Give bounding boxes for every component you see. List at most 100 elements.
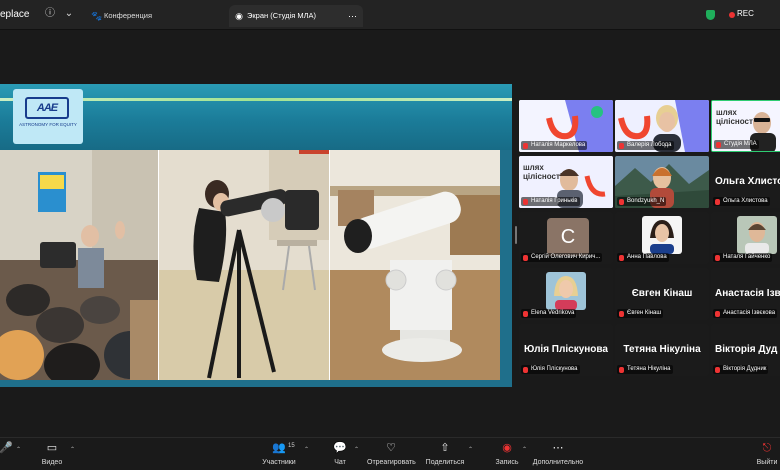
participants-icon: 👥 bbox=[272, 442, 286, 454]
participant-big-name: Євген Кінаш bbox=[631, 288, 693, 299]
chat-button[interactable]: 💬 Чат bbox=[330, 441, 350, 470]
rec-label: REC bbox=[737, 9, 754, 18]
more-button[interactable]: ⋯ Дополнительно bbox=[532, 441, 584, 470]
participant-tile[interactable]: Валерія Лобода bbox=[615, 100, 709, 152]
photo-dobsonian-telescope bbox=[330, 150, 500, 380]
avatar-photo bbox=[642, 216, 682, 254]
audio-caret-icon[interactable]: ⌃ bbox=[16, 446, 21, 453]
record-caret-icon[interactable]: ⌃ bbox=[522, 446, 527, 453]
react-label: Отреагировать bbox=[367, 459, 416, 466]
participant-tile[interactable]: Анна Павлова bbox=[615, 212, 709, 264]
mic-muted-icon bbox=[619, 254, 624, 261]
record-button[interactable]: ◉ Запись bbox=[494, 441, 520, 470]
participant-tile[interactable]: Наталія Маркелова bbox=[519, 100, 613, 152]
leave-button[interactable]: ⎋ Выйти bbox=[754, 441, 780, 470]
chat-caret-icon[interactable]: ⌃ bbox=[354, 446, 359, 453]
participant-name: Тетяна Нікуліна bbox=[617, 365, 673, 374]
mic-muted-icon bbox=[716, 141, 721, 148]
tab-screen-share[interactable]: ◉ Экран (Студія МЛА) ⋯ bbox=[229, 5, 363, 27]
participant-tile[interactable]: Анастасія Ізв Анастасія Ізвєкова bbox=[711, 268, 780, 320]
chevron-down-icon[interactable]: ⌄ bbox=[63, 8, 75, 20]
mic-muted-icon bbox=[523, 142, 528, 149]
participants-button[interactable]: 👥 15 Участники bbox=[258, 441, 300, 470]
screen-icon: ◉ bbox=[235, 11, 243, 21]
audio-button[interactable]: 🎤 bbox=[0, 441, 13, 470]
mic-muted-icon bbox=[619, 366, 624, 373]
participant-big-name: Анастасія Ізв bbox=[715, 288, 780, 299]
avatar-image bbox=[642, 216, 682, 254]
record-dot-icon bbox=[729, 12, 735, 18]
participant-tile[interactable]: Тетяна Нікуліна Тетяна Нікуліна bbox=[615, 324, 709, 376]
mic-muted-icon bbox=[523, 254, 528, 261]
mic-muted-icon bbox=[523, 366, 528, 373]
participant-tile[interactable]: Юлія Плiскунова Юлія Плiскунова bbox=[519, 324, 613, 376]
share-caret-icon[interactable]: ⌃ bbox=[468, 446, 473, 453]
photo-classroom bbox=[0, 150, 158, 380]
participant-name: Анастасія Ізвєкова bbox=[713, 309, 778, 318]
mic-muted-icon bbox=[523, 310, 528, 317]
participant-tile-active-speaker[interactable]: шлях цілісності Студія МЛА bbox=[711, 100, 780, 152]
share-label: Поделиться bbox=[425, 459, 465, 466]
mic-muted-icon bbox=[619, 310, 624, 317]
leave-icon: ⎋ bbox=[762, 442, 772, 454]
paw-icon: 🐾 bbox=[91, 11, 103, 21]
avatar-image bbox=[737, 216, 777, 254]
participant-tile[interactable]: шлях цілісності Наталія Гриньків bbox=[519, 156, 613, 208]
share-screen-button[interactable]: ⇧ Поделиться bbox=[425, 441, 465, 470]
more-label: Дополнительно bbox=[532, 459, 584, 466]
record-label: Запись bbox=[495, 459, 519, 466]
video-button[interactable]: ▭ Видео bbox=[38, 441, 66, 470]
tab-screen-share-label: Экран (Студія МЛА) bbox=[247, 11, 317, 20]
heart-icon: ♡ bbox=[386, 442, 396, 454]
panel-resize-handle[interactable] bbox=[515, 226, 517, 244]
svg-text:шлях: шлях bbox=[716, 108, 737, 117]
participant-big-name: Тетяна Нікуліна bbox=[623, 344, 701, 355]
svg-text:цілісності: цілісності bbox=[523, 172, 562, 181]
chat-label: Чат bbox=[334, 459, 346, 466]
participant-tile[interactable]: Наталя Гайченко bbox=[711, 212, 780, 264]
meeting-toolbar: 🎤 ⌃ ▭ Видео ⌃ 👥 15 Участники ⌃ 💬 Чат ⌃ ♡… bbox=[0, 437, 780, 470]
mic-muted-icon bbox=[619, 198, 624, 205]
participants-caret-icon[interactable]: ⌃ bbox=[304, 446, 309, 453]
participant-gallery: Наталія Маркелова Валерія Лобода шлях ці… bbox=[519, 100, 780, 380]
avatar-photo bbox=[737, 216, 777, 254]
dobsonian-illustration bbox=[330, 150, 500, 380]
participant-name: Elena Vedrikova bbox=[521, 309, 577, 318]
participant-name: Наталія Маркелова bbox=[521, 141, 588, 150]
top-bar: eplace ⓘ ⌄ 🐾 Конференция ◉ Экран (Студія… bbox=[0, 0, 780, 30]
participant-name: Наталія Гриньків bbox=[521, 197, 580, 206]
participant-name: Євген Кінаш bbox=[617, 309, 664, 318]
security-shield-icon[interactable] bbox=[706, 10, 715, 20]
participant-tile[interactable]: Bondzyukh_N bbox=[615, 156, 709, 208]
participant-name: Вікторія Дудник bbox=[713, 365, 769, 374]
react-button[interactable]: ♡ Отреагировать bbox=[367, 441, 416, 470]
participant-big-name: Ольга Хлисто bbox=[715, 176, 780, 187]
tab-conference-label: Конференция bbox=[104, 11, 153, 20]
avatar-photo bbox=[546, 272, 586, 310]
share-screen-icon: ⇧ bbox=[440, 442, 450, 454]
participant-tile[interactable]: Elena Vedrikova bbox=[519, 268, 613, 320]
slide-header: AAE ASTRONOMY FOR EQUITY bbox=[0, 84, 512, 150]
aae-logo: AAE ASTRONOMY FOR EQUITY bbox=[13, 89, 83, 144]
participant-name: Студія МЛА bbox=[714, 140, 759, 149]
participant-tile[interactable]: Вікторія Дуд Вікторія Дудник bbox=[711, 324, 780, 376]
participant-name: Наталя Гайченко bbox=[713, 253, 773, 262]
leave-label: Выйти bbox=[756, 459, 778, 466]
tab-conference[interactable]: 🐾 Конференция bbox=[86, 5, 226, 27]
app-name: eplace bbox=[0, 9, 30, 20]
photo-telescope-woman bbox=[159, 150, 329, 380]
avatar-image bbox=[546, 272, 586, 310]
photo-collage bbox=[0, 150, 500, 380]
more-options-icon[interactable]: ⋯ bbox=[348, 5, 357, 27]
info-icon[interactable]: ⓘ bbox=[44, 8, 56, 20]
participant-tile[interactable]: Євген Кінаш Євген Кінаш bbox=[615, 268, 709, 320]
participant-tile[interactable]: С Сергій Олегович Кирич... bbox=[519, 212, 613, 264]
participant-big-name: Вікторія Дуд bbox=[715, 344, 778, 355]
video-label: Видео bbox=[41, 459, 63, 466]
mic-muted-icon bbox=[523, 198, 528, 205]
participant-name: Валерія Лобода bbox=[617, 141, 674, 150]
participant-tile[interactable]: Ольга Хлисто Ольга Хлистова bbox=[711, 156, 780, 208]
participant-name: Bondzyukh_N bbox=[617, 197, 667, 206]
video-caret-icon[interactable]: ⌃ bbox=[70, 446, 75, 453]
logo-text: ASTRONOMY FOR EQUITY bbox=[19, 122, 77, 127]
